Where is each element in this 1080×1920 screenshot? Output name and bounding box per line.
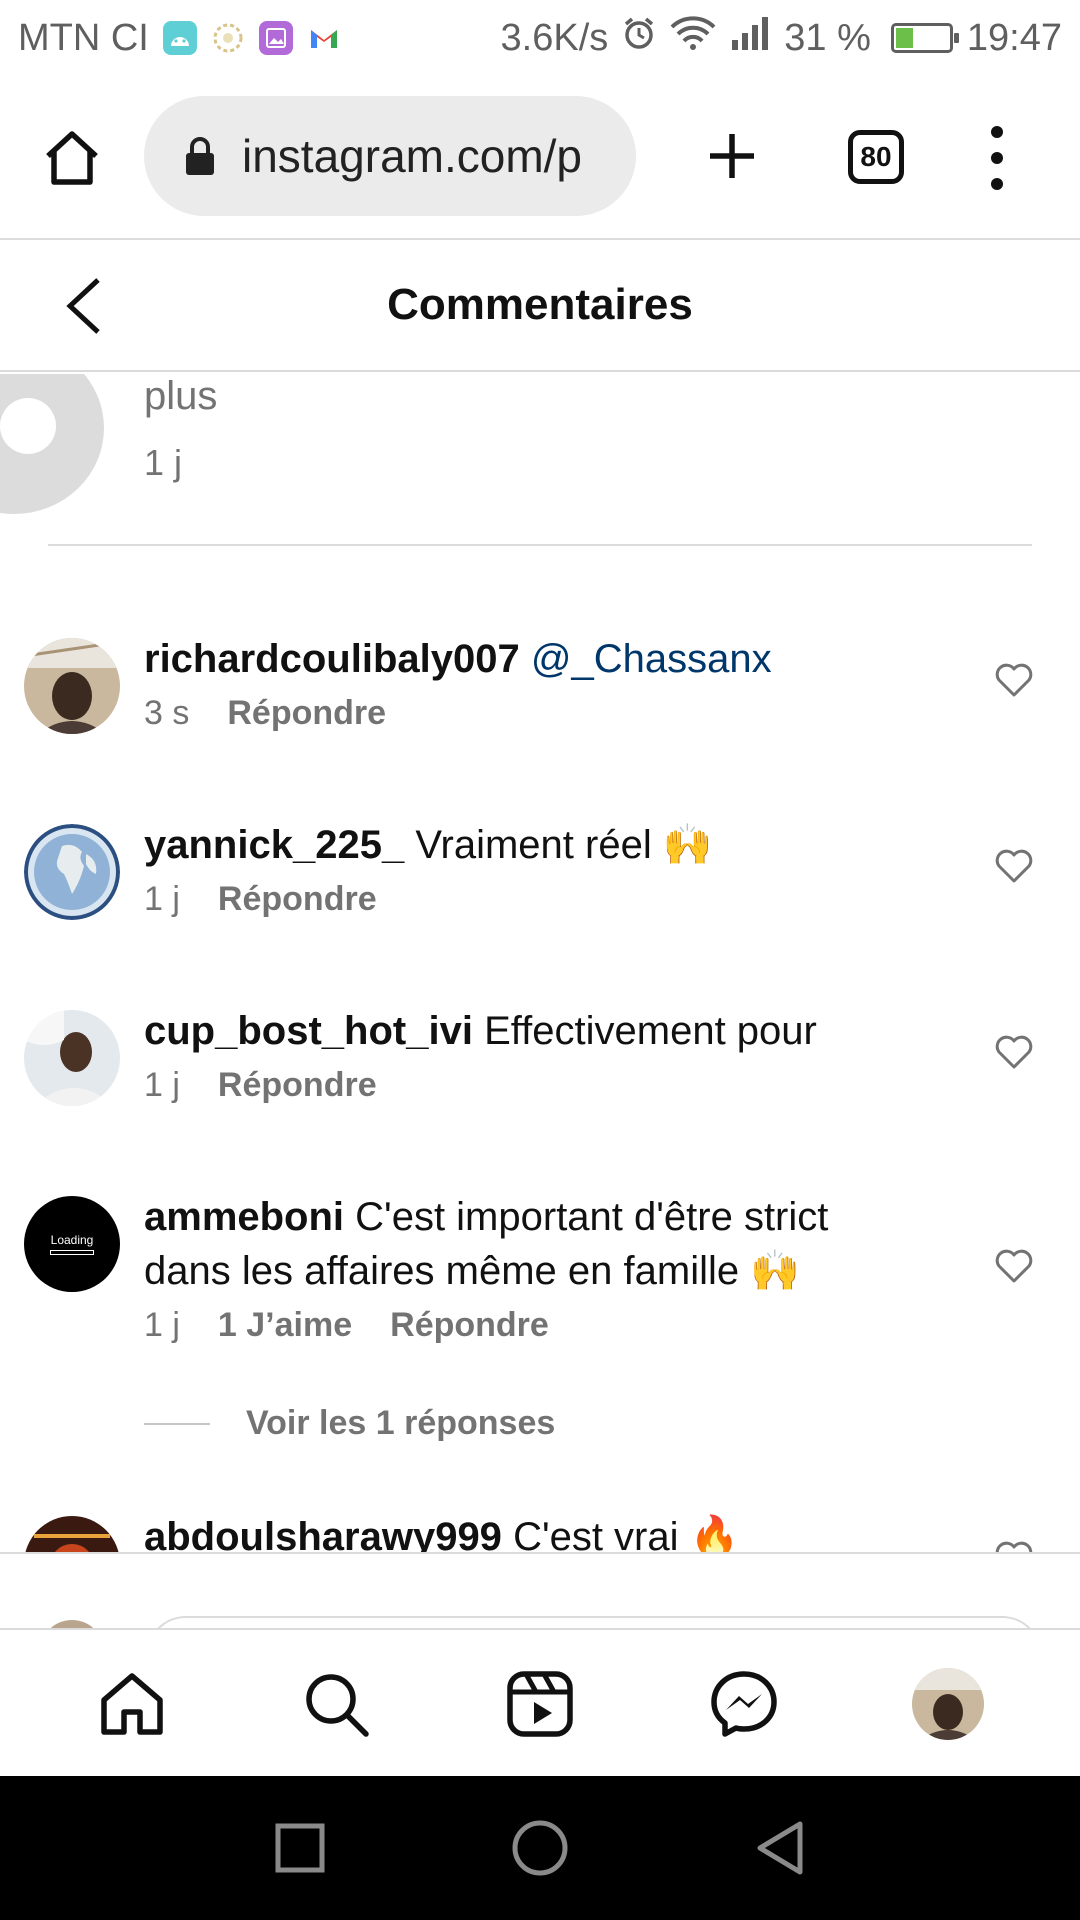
comment-message: Vraiment réel 🙌 <box>415 823 713 867</box>
comment-mention[interactable]: @_Chassanx <box>531 637 772 681</box>
android-app-icon <box>162 21 197 55</box>
gallery-icon <box>258 21 293 55</box>
divider <box>48 544 1032 546</box>
replies-line <box>144 1422 210 1425</box>
comment-time: 3 s <box>144 694 190 732</box>
heart-icon[interactable] <box>994 1246 1034 1286</box>
comment-meta: 3 s Répondre <box>144 694 386 733</box>
comment-time: 1 j <box>144 1066 180 1104</box>
page-title: Commentaires <box>387 280 693 329</box>
laurel-icon <box>211 21 245 55</box>
gmail-icon <box>307 21 341 55</box>
comments-list[interactable]: plus 1 j richardcoulibaly007 @_Chassanx … <box>0 374 1080 1552</box>
wifi-icon <box>670 16 716 60</box>
view-replies-label: Voir les 1 réponses <box>246 1404 556 1442</box>
comment-meta: 1 j Répondre <box>144 880 377 919</box>
comment-text: ammeboni C'est important d'être strict d… <box>144 1190 884 1298</box>
battery-percent: 31 % <box>784 16 871 59</box>
home-icon[interactable] <box>40 126 104 190</box>
chevron-left-icon[interactable] <box>60 276 110 336</box>
comment-username[interactable]: richardcoulibaly007 <box>144 637 520 681</box>
comment-input-row <box>0 1552 1080 1628</box>
comment-text: yannick_225_ Vraiment réel 🙌 <box>144 818 884 872</box>
comment-input[interactable] <box>146 1616 1042 1628</box>
recents-icon[interactable] <box>270 1818 330 1878</box>
more-vert-icon[interactable] <box>982 126 1012 190</box>
alarm-icon <box>622 16 656 60</box>
avatar[interactable]: Loading <box>24 1196 120 1292</box>
home-circle-icon[interactable] <box>510 1818 570 1878</box>
search-icon[interactable] <box>300 1668 372 1740</box>
comment-text: richardcoulibaly007 @_Chassanx <box>144 632 884 686</box>
avatar[interactable] <box>24 824 120 920</box>
comment-meta: 1 j Répondre <box>144 1066 377 1105</box>
loading-spinner <box>0 374 104 514</box>
avatar[interactable] <box>24 1010 120 1106</box>
tabs-count-button[interactable]: 80 <box>848 130 904 184</box>
avatar[interactable] <box>24 638 120 734</box>
comment-time: 1 j <box>144 880 180 918</box>
bottom-nav <box>0 1628 1080 1776</box>
clock: 19:47 <box>966 16 1062 59</box>
avatar-loading-text: Loading <box>50 1233 94 1247</box>
heart-icon[interactable] <box>994 660 1034 700</box>
heart-icon[interactable] <box>994 1538 1034 1552</box>
comment-time: 1 j <box>144 1306 180 1344</box>
battery-level <box>895 28 914 48</box>
comment-username[interactable]: abdoulsharawy999 <box>144 1515 502 1552</box>
profile-avatar[interactable] <box>912 1668 984 1740</box>
reply-button[interactable]: Répondre <box>227 694 386 733</box>
comments-header: Commentaires <box>0 240 1080 372</box>
new-tab-icon[interactable] <box>704 128 760 184</box>
reply-button[interactable]: Répondre <box>218 1066 377 1105</box>
comment-message: C'est vrai 🔥 <box>513 1515 740 1552</box>
previous-comment-time: 1 j <box>144 442 183 483</box>
lock-icon <box>184 136 216 176</box>
reels-icon[interactable] <box>504 1668 576 1740</box>
avatar <box>40 1620 104 1628</box>
avatar[interactable] <box>24 1516 120 1552</box>
carrier-label: MTN CI <box>18 16 149 59</box>
comment-message: Effectivement pour <box>484 1009 817 1053</box>
heart-icon[interactable] <box>994 846 1034 886</box>
comment-text: cup_bost_hot_ivi Effectivement pour <box>144 1004 884 1058</box>
reply-button[interactable]: Répondre <box>218 880 377 919</box>
previous-comment-text[interactable]: plus <box>144 374 217 419</box>
android-nav-bar <box>0 1776 1080 1920</box>
view-replies-button[interactable]: Voir les 1 réponses <box>144 1404 555 1443</box>
comment-meta: 1 j 1 J’aime Répondre <box>144 1306 549 1345</box>
avatar-loading-bar <box>50 1250 94 1255</box>
comment-username[interactable]: cup_bost_hot_ivi <box>144 1009 473 1053</box>
comment-text: abdoulsharawy999 C'est vrai 🔥 <box>144 1510 884 1552</box>
url-text: instagram.com/p <box>242 130 583 182</box>
net-speed: 3.6K/s <box>500 16 609 59</box>
comment-username[interactable]: yannick_225_ <box>144 823 404 867</box>
signal-icon <box>730 16 770 60</box>
comment-username[interactable]: ammeboni <box>144 1195 344 1239</box>
likes-count[interactable]: 1 J’aime <box>218 1306 352 1345</box>
address-bar[interactable]: instagram.com/p <box>144 96 636 216</box>
browser-toolbar: instagram.com/p 80 <box>0 76 1080 240</box>
status-bar: MTN CI 3.6K/s 31 % 19:47 <box>0 0 1080 76</box>
reply-button[interactable]: Répondre <box>390 1306 549 1345</box>
home-icon[interactable] <box>96 1668 168 1740</box>
back-triangle-icon[interactable] <box>750 1818 810 1878</box>
heart-icon[interactable] <box>994 1032 1034 1072</box>
messenger-icon[interactable] <box>708 1668 780 1740</box>
battery-charging-icon <box>890 23 959 53</box>
